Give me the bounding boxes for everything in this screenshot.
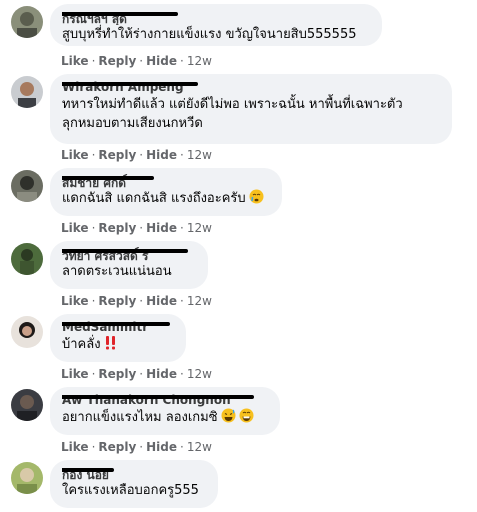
timestamp[interactable]: 12w <box>187 148 212 162</box>
comment-actions: Like · Reply · Hide · 12w <box>61 54 212 68</box>
comment-author[interactable]: MedSammitr <box>62 318 174 335</box>
reply-link[interactable]: Reply <box>98 294 136 308</box>
timestamp[interactable]: 12w <box>187 440 212 454</box>
comment-text: บ้าคลั่ง <box>62 335 174 356</box>
comment-bubble: MedSammitr บ้าคลั่ง <box>50 314 186 362</box>
like-link[interactable]: Like <box>61 440 89 454</box>
comment-text: ทหารใหม่ทำดีแล้ว แต่ยังดีไม่พอ เพราะฉนั้… <box>62 97 403 112</box>
grinning-face-icon <box>239 408 254 429</box>
crying-face-icon <box>249 189 264 210</box>
reply-link[interactable]: Reply <box>98 148 136 162</box>
redaction-bar <box>62 12 178 16</box>
reply-link[interactable]: Reply <box>98 440 136 454</box>
avatar[interactable] <box>11 76 43 108</box>
redaction-bar <box>62 468 114 472</box>
grinning-sweat-icon <box>221 408 236 429</box>
comment-author[interactable]: สมชาย ศักดิ์ <box>62 172 270 189</box>
comment-actions: Like · Reply · Hide · 12w <box>61 221 212 235</box>
avatar[interactable] <box>11 389 43 421</box>
hide-link[interactable]: Hide <box>146 221 177 235</box>
comment-author[interactable]: Aw Thanakorn Chongnon <box>62 391 268 408</box>
avatar[interactable] <box>11 6 43 38</box>
comment-author[interactable]: ก้อง น้อย <box>62 464 206 481</box>
comment-actions: Like · Reply · Hide · 12w <box>61 440 212 454</box>
comment-bubble: Aw Thanakorn Chongnon อยากแข็งแรงไหม ลอง… <box>50 387 280 435</box>
comment-author[interactable]: กรณีฯลฯ สุด <box>62 8 370 25</box>
avatar[interactable] <box>11 243 43 275</box>
like-link[interactable]: Like <box>61 294 89 308</box>
comment-author[interactable]: Wirakorn Ampeng <box>62 78 440 95</box>
timestamp[interactable]: 12w <box>187 294 212 308</box>
comment-bubble: Wirakorn Ampeng ทหารใหม่ทำดีแล้ว แต่ยังด… <box>50 74 452 144</box>
reply-link[interactable]: Reply <box>98 367 136 381</box>
comment-bubble: วิทยา ศรีสวัสดิ์ ร ลาดตระเวนแน่นอน <box>50 241 208 289</box>
comment-text: ลุกหมอบตามเสียงนกหวีด <box>62 116 203 131</box>
timestamp[interactable]: 12w <box>187 367 212 381</box>
comment-text: ลาดตระเวนแน่นอน <box>62 264 172 279</box>
like-link[interactable]: Like <box>61 221 89 235</box>
redaction-bar <box>62 395 254 399</box>
comment-text: สูบบุหรี่ทำให้ร่างกายแข็งแรง ขวัญใจนายสิ… <box>62 27 357 42</box>
hide-link[interactable]: Hide <box>146 148 177 162</box>
comment-actions: Like · Reply · Hide · 12w <box>61 294 212 308</box>
timestamp[interactable]: 12w <box>187 221 212 235</box>
redaction-bar <box>62 322 170 326</box>
redaction-bar <box>62 249 188 253</box>
timestamp[interactable]: 12w <box>187 54 212 68</box>
reply-link[interactable]: Reply <box>98 221 136 235</box>
comment-text: แดกฉันสิ แดกฉันสิ แรงถึงอะครับ <box>62 189 270 210</box>
comment-bubble: ก้อง น้อย ใครแรงเหลือบอกครู555 <box>50 460 218 508</box>
hide-link[interactable]: Hide <box>146 367 177 381</box>
redaction-bar <box>62 82 198 86</box>
comment-bubble: สมชาย ศักดิ์ แดกฉันสิ แดกฉันสิ แรงถึงอะค… <box>50 168 282 216</box>
comment-text: อยากแข็งแรงไหม ลองเกมซิ <box>62 408 268 429</box>
redaction-bar <box>62 176 154 180</box>
comment-actions: Like · Reply · Hide · 12w <box>61 367 212 381</box>
double-exclamation-icon <box>104 335 118 356</box>
comment-text: ใครแรงเหลือบอกครู555 <box>62 483 199 498</box>
comment-author[interactable]: วิทยา ศรีสวัสดิ์ ร <box>62 245 196 262</box>
avatar[interactable] <box>11 316 43 348</box>
like-link[interactable]: Like <box>61 148 89 162</box>
avatar[interactable] <box>11 170 43 202</box>
like-link[interactable]: Like <box>61 54 89 68</box>
hide-link[interactable]: Hide <box>146 54 177 68</box>
comment-bubble: กรณีฯลฯ สุด สูบบุหรี่ทำให้ร่างกายแข็งแรง… <box>50 4 382 46</box>
hide-link[interactable]: Hide <box>146 440 177 454</box>
comment-actions: Like · Reply · Hide · 12w <box>61 148 212 162</box>
hide-link[interactable]: Hide <box>146 294 177 308</box>
like-link[interactable]: Like <box>61 367 89 381</box>
avatar[interactable] <box>11 462 43 494</box>
reply-link[interactable]: Reply <box>98 54 136 68</box>
